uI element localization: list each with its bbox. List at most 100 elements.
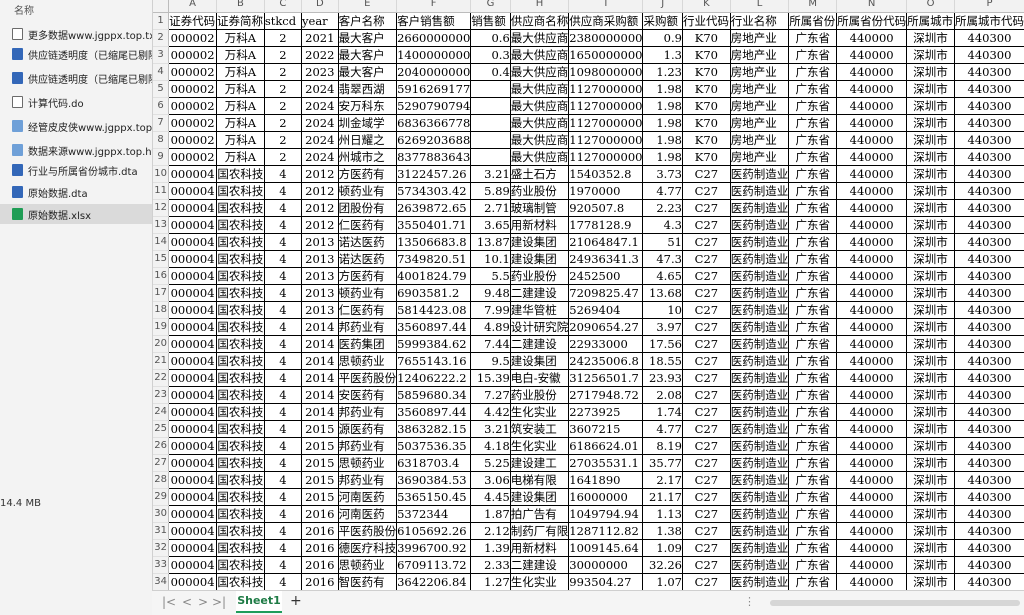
- cell[interactable]: 医药制造业: [730, 488, 790, 506]
- cell[interactable]: 2.12: [470, 522, 511, 540]
- cell[interactable]: 440000: [836, 80, 908, 98]
- cell[interactable]: 2013: [301, 267, 339, 285]
- cell[interactable]: 广东省: [788, 80, 838, 98]
- cell[interactable]: 35.77: [642, 454, 683, 472]
- cell[interactable]: 440000: [836, 250, 908, 268]
- cell[interactable]: 国农科技: [216, 165, 265, 183]
- cell[interactable]: C27: [682, 165, 731, 183]
- cell[interactable]: 4: [264, 403, 303, 421]
- cell[interactable]: 2021: [301, 29, 339, 47]
- cell[interactable]: 5.25: [470, 454, 511, 472]
- cell[interactable]: 思顿药业: [338, 454, 398, 472]
- cell[interactable]: 广东省: [788, 471, 838, 489]
- cell[interactable]: 6318703.4: [396, 454, 472, 472]
- cell[interactable]: 安医药有: [338, 386, 398, 404]
- cell[interactable]: 最大供应商: [510, 63, 570, 81]
- cell[interactable]: 4001824.79: [396, 267, 472, 285]
- cell[interactable]: 2015: [301, 437, 339, 455]
- cell[interactable]: 邦药业有: [338, 437, 398, 455]
- cell[interactable]: 深圳市: [906, 165, 955, 183]
- cell[interactable]: 生化实业: [510, 403, 570, 421]
- cell[interactable]: 所属省份代码: [836, 12, 908, 30]
- cell[interactable]: 440000: [836, 267, 908, 285]
- cell[interactable]: 9.48: [470, 284, 511, 302]
- cell[interactable]: 广东省: [788, 539, 838, 557]
- cell[interactable]: 国农科技: [216, 403, 265, 421]
- cell[interactable]: 440300: [954, 471, 1024, 489]
- cell[interactable]: 医药制造业: [730, 437, 790, 455]
- cell[interactable]: 7209825.47: [568, 284, 644, 302]
- cell[interactable]: 广东省: [788, 46, 838, 64]
- cell[interactable]: 440300: [954, 233, 1024, 251]
- cell[interactable]: 4: [264, 233, 303, 251]
- cell[interactable]: 440300: [954, 165, 1024, 183]
- cell[interactable]: 000004: [168, 199, 217, 217]
- column-header[interactable]: P: [954, 0, 1024, 13]
- cell[interactable]: 最大供应商: [510, 97, 570, 115]
- cell[interactable]: 广东省: [788, 301, 838, 319]
- cell[interactable]: 客户名称: [338, 12, 398, 30]
- cell[interactable]: 2024: [301, 131, 339, 149]
- cell[interactable]: 3.97: [642, 318, 683, 336]
- cell[interactable]: 2.17: [642, 471, 683, 489]
- cell[interactable]: K70: [682, 80, 731, 98]
- cell[interactable]: 440000: [836, 46, 908, 64]
- cell[interactable]: 顿药业有: [338, 284, 398, 302]
- cell[interactable]: 行业代码: [682, 12, 731, 30]
- cell[interactable]: 仁医药有: [338, 216, 398, 234]
- row-header[interactable]: 25: [153, 420, 170, 438]
- cell[interactable]: K70: [682, 114, 731, 132]
- cell[interactable]: 3642206.84: [396, 573, 472, 591]
- cell[interactable]: 深圳市: [906, 403, 955, 421]
- cell[interactable]: 深圳市: [906, 471, 955, 489]
- column-header[interactable]: O: [906, 0, 955, 13]
- cell[interactable]: 440300: [954, 454, 1024, 472]
- cell[interactable]: 医药制造业: [730, 182, 790, 200]
- cell[interactable]: C27: [682, 505, 731, 523]
- cell[interactable]: 2014: [301, 369, 339, 387]
- cell[interactable]: 深圳市: [906, 420, 955, 438]
- cell[interactable]: 深圳市: [906, 148, 955, 166]
- cell[interactable]: 深圳市: [906, 454, 955, 472]
- cell[interactable]: 深圳市: [906, 267, 955, 285]
- cell[interactable]: 440000: [836, 165, 908, 183]
- cell[interactable]: 深圳市: [906, 505, 955, 523]
- cell[interactable]: 2024: [301, 114, 339, 132]
- cell[interactable]: 2: [264, 131, 303, 149]
- cell[interactable]: 1.98: [642, 148, 683, 166]
- cell[interactable]: 3.21: [470, 420, 511, 438]
- cell[interactable]: 医药制造业: [730, 556, 790, 574]
- cell[interactable]: 0.6: [470, 29, 511, 47]
- cell[interactable]: C27: [682, 352, 731, 370]
- cell[interactable]: 2380000000: [568, 29, 644, 47]
- column-header[interactable]: C: [264, 0, 303, 13]
- cell[interactable]: 房地产业: [730, 97, 790, 115]
- cell[interactable]: 440300: [954, 182, 1024, 200]
- cell[interactable]: 3.06: [470, 471, 511, 489]
- cell[interactable]: 27035531.1: [568, 454, 644, 472]
- cell[interactable]: 广东省: [788, 403, 838, 421]
- cell[interactable]: 医药制造业: [730, 318, 790, 336]
- cell[interactable]: 最大供应商: [510, 46, 570, 64]
- cell[interactable]: 房地产业: [730, 131, 790, 149]
- cell[interactable]: 1.27: [470, 573, 511, 591]
- cell[interactable]: 深圳市: [906, 556, 955, 574]
- column-header[interactable]: J: [642, 0, 683, 13]
- cell[interactable]: 3560897.44: [396, 318, 472, 336]
- cell[interactable]: 州城市之: [338, 148, 398, 166]
- last-sheet-button[interactable]: >|: [212, 595, 226, 609]
- cell[interactable]: 2: [264, 80, 303, 98]
- cell[interactable]: 440300: [954, 46, 1024, 64]
- cell[interactable]: 供应商名称: [510, 12, 570, 30]
- cell[interactable]: C27: [682, 420, 731, 438]
- cell[interactable]: 医药制造业: [730, 233, 790, 251]
- cell[interactable]: 000002: [168, 148, 217, 166]
- cell[interactable]: 医药制造业: [730, 471, 790, 489]
- cell[interactable]: 440300: [954, 386, 1024, 404]
- cell[interactable]: 医药制造业: [730, 267, 790, 285]
- cell[interactable]: 2022: [301, 46, 339, 64]
- cell[interactable]: 3996700.92: [396, 539, 472, 557]
- cell[interactable]: 4.77: [642, 420, 683, 438]
- cell[interactable]: 电白-安徽: [510, 369, 570, 387]
- cell[interactable]: 000004: [168, 437, 217, 455]
